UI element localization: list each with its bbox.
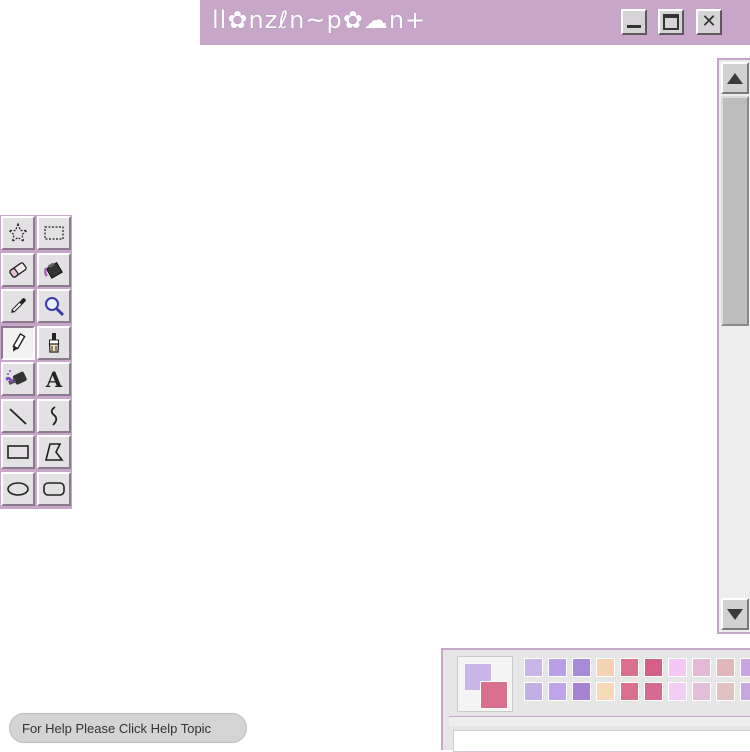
palette-swatch[interactable] bbox=[548, 682, 567, 701]
rounded-rect-icon bbox=[42, 480, 66, 498]
scroll-up-button[interactable] bbox=[721, 62, 749, 94]
palette-swatch[interactable] bbox=[572, 658, 591, 677]
star-select-icon bbox=[7, 222, 29, 244]
text-icon: A bbox=[45, 366, 63, 392]
minimize-button[interactable] bbox=[621, 9, 647, 35]
line-icon bbox=[7, 405, 29, 427]
current-colors[interactable] bbox=[457, 656, 513, 712]
rect-select-icon bbox=[43, 224, 65, 242]
vertical-scrollbar[interactable] bbox=[717, 58, 750, 634]
pencil-icon bbox=[7, 332, 29, 354]
help-text: For Help Please Click Help Topic bbox=[22, 720, 212, 736]
palette-swatch[interactable] bbox=[524, 658, 543, 677]
palette-swatch[interactable] bbox=[668, 682, 687, 701]
magnifier-tool-button[interactable] bbox=[37, 289, 71, 323]
brush-icon bbox=[43, 332, 65, 354]
brush-tool-button[interactable] bbox=[37, 325, 71, 360]
text-tool-button[interactable]: A bbox=[37, 362, 71, 396]
palette-swatch[interactable] bbox=[740, 682, 750, 701]
magnifier-icon bbox=[43, 295, 65, 317]
polygon-icon bbox=[43, 441, 65, 463]
eyedropper-icon bbox=[7, 295, 29, 317]
maximize-button[interactable] bbox=[658, 9, 684, 35]
rect-select-tool-button[interactable] bbox=[37, 216, 71, 250]
pencil-tool-button[interactable] bbox=[1, 325, 35, 360]
airbrush-icon bbox=[6, 368, 30, 390]
airbrush-tool-button[interactable] bbox=[1, 362, 35, 396]
palette-extra-bar bbox=[453, 730, 750, 752]
window-title: ll✿nzℓn~p✿☁n+ bbox=[212, 6, 427, 34]
rounded-rectangle-tool-button[interactable] bbox=[37, 471, 71, 506]
curve-tool-button[interactable] bbox=[37, 398, 71, 433]
palette-swatch[interactable] bbox=[620, 658, 639, 677]
scroll-thumb[interactable] bbox=[721, 96, 749, 326]
arrow-down-icon bbox=[727, 608, 743, 620]
title-bar[interactable]: ll✿nzℓn~p✿☁n+ ✕ bbox=[200, 0, 750, 45]
paint-bucket-icon bbox=[43, 259, 65, 281]
palette-swatch[interactable] bbox=[644, 658, 663, 677]
palette-swatch[interactable] bbox=[596, 658, 615, 677]
eraser-icon bbox=[7, 259, 29, 281]
palette-swatch[interactable] bbox=[668, 658, 687, 677]
rectangle-icon bbox=[6, 443, 30, 461]
help-status-bar[interactable]: For Help Please Click Help Topic bbox=[9, 713, 247, 743]
palette-swatch[interactable] bbox=[572, 682, 591, 701]
palette-swatch[interactable] bbox=[548, 658, 567, 677]
palette-swatch[interactable] bbox=[620, 682, 639, 701]
background-color[interactable] bbox=[480, 681, 508, 709]
scroll-down-button[interactable] bbox=[721, 598, 749, 630]
arrow-up-icon bbox=[727, 72, 743, 84]
palette-swatch[interactable] bbox=[644, 682, 663, 701]
close-icon: ✕ bbox=[701, 11, 717, 32]
color-palette bbox=[441, 648, 750, 752]
ellipse-icon bbox=[6, 480, 30, 498]
palette-swatch[interactable] bbox=[524, 682, 543, 701]
palette-swatch[interactable] bbox=[692, 682, 711, 701]
palette-swatch[interactable] bbox=[596, 682, 615, 701]
eraser-tool-button[interactable] bbox=[1, 252, 35, 287]
curve-icon bbox=[43, 405, 65, 427]
color-picker-tool-button[interactable] bbox=[1, 289, 35, 323]
ellipse-tool-button[interactable] bbox=[1, 471, 35, 506]
palette-swatch[interactable] bbox=[716, 658, 735, 677]
palette-swatch[interactable] bbox=[740, 658, 750, 677]
close-button[interactable]: ✕ bbox=[696, 9, 722, 35]
tool-box: A bbox=[0, 215, 72, 509]
polygon-tool-button[interactable] bbox=[37, 435, 71, 469]
rectangle-tool-button[interactable] bbox=[1, 435, 35, 469]
fill-tool-button[interactable] bbox=[37, 252, 71, 287]
free-select-tool-button[interactable] bbox=[1, 216, 35, 250]
palette-divider bbox=[449, 716, 750, 726]
palette-swatch[interactable] bbox=[692, 658, 711, 677]
drawing-canvas[interactable] bbox=[72, 45, 717, 645]
palette-swatch[interactable] bbox=[716, 682, 735, 701]
line-tool-button[interactable] bbox=[1, 398, 35, 433]
